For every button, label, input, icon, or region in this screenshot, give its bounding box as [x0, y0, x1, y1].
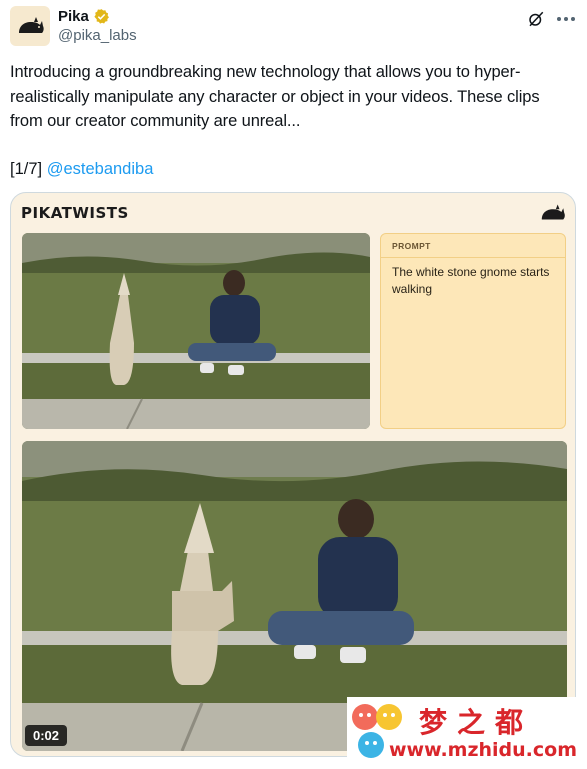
grok-icon — [529, 11, 544, 27]
pika-logo-icon — [541, 204, 565, 220]
prompt-card: PROMPT The white stone gnome starts walk… — [380, 233, 566, 429]
prompt-text: The white stone gnome starts walking — [392, 265, 550, 296]
watermark: 梦之都 www.mzhidu.com — [347, 697, 587, 769]
video-clip-original[interactable] — [22, 233, 370, 429]
video-frame — [22, 233, 370, 429]
grok-button[interactable] — [525, 8, 547, 30]
tweet-text: Introducing a groundbreaking new technol… — [10, 63, 540, 130]
prompt-label: PROMPT — [392, 241, 431, 251]
video-duration: 0:02 — [25, 725, 68, 746]
watermark-title: 梦之都 — [419, 706, 534, 739]
thread-index: [1/7] — [10, 160, 47, 178]
tweet-reference: [1/7] @estebandiba — [10, 157, 153, 181]
media-title: PIKATWISTS — [21, 204, 129, 222]
media-card[interactable]: PIKATWISTS PROMPT The white stone gnome … — [10, 192, 576, 757]
avatar[interactable] — [10, 6, 50, 46]
author-handle[interactable]: @pika_labs — [58, 27, 137, 44]
more-icon — [557, 17, 575, 21]
pika-logo-icon — [19, 17, 44, 33]
mention-link[interactable]: @estebandiba — [47, 160, 154, 178]
verified-badge-icon — [94, 8, 109, 24]
more-button[interactable] — [554, 8, 578, 30]
author-block: Pika @pika_labs — [58, 6, 137, 45]
prompt-divider — [381, 257, 565, 258]
watermark-url: www.mzhidu.com — [389, 739, 578, 761]
author-name[interactable]: Pika — [58, 8, 89, 25]
